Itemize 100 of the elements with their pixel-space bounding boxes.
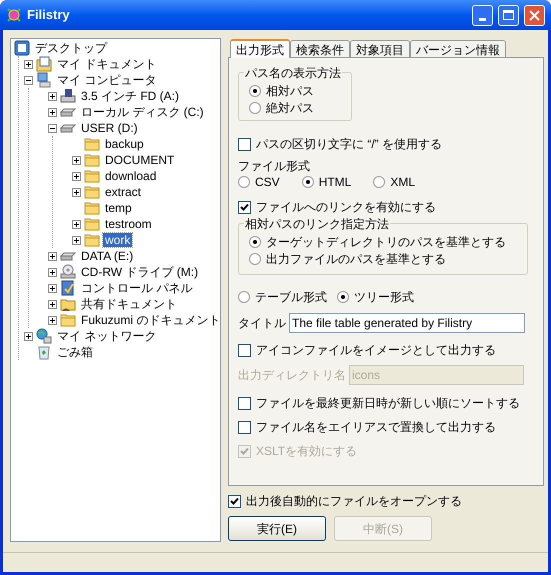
- folder-icon: [60, 312, 76, 328]
- checkbox-label: ファイル名をエイリアスで置換して出力する: [256, 419, 496, 436]
- expand-icon[interactable]: [48, 108, 57, 116]
- tab[interactable]: バージョン情報: [410, 40, 506, 57]
- expand-icon[interactable]: [48, 268, 57, 276]
- folder-icon: [84, 184, 100, 200]
- checkbox[interactable]: [238, 138, 251, 150]
- radio-label: 絶対パス: [266, 100, 314, 117]
- radio-label: 出力ファイルのパスを基準とする: [266, 251, 446, 268]
- tree-item[interactable]: マイ ドキュメント: [55, 57, 158, 71]
- desktop-icon: [14, 40, 30, 56]
- tab[interactable]: 出力形式: [230, 39, 290, 58]
- tree-item[interactable]: work: [103, 233, 132, 247]
- tree-item[interactable]: download: [103, 169, 158, 183]
- cd-drive-icon: [60, 264, 76, 280]
- tab[interactable]: 対象項目: [350, 40, 410, 57]
- folder-tree[interactable]: デスクトップ マイ ドキュメント マイ コンピュータ 3.5 インチ FD (A:) ローカル ディスク (C:) USER (D:) backup DOCUMENT download extract temp testroom work DATA (E:) CD-RW ドライブ (M:) コントロール パネル 共有ドキュメント Fukuzumi のドキュメント マイ ネットワーク ごみ箱: [10, 38, 221, 542]
- folder-icon: [84, 136, 100, 152]
- tree-item[interactable]: マイ コンピュータ: [55, 73, 158, 87]
- documents-icon: [36, 56, 52, 72]
- field-label: 出力ディレクトリ名: [238, 367, 346, 384]
- tree-item[interactable]: Fukuzumi のドキュメント: [79, 313, 220, 327]
- expand-icon[interactable]: [24, 60, 33, 68]
- radio-label: XML: [390, 174, 416, 191]
- close-icon: [529, 10, 540, 20]
- radio-label: HTML: [318, 174, 352, 191]
- control-panel-icon: [60, 280, 76, 296]
- checkbox[interactable]: [238, 396, 251, 410]
- radio-button[interactable]: [373, 176, 386, 188]
- floppy-drive-icon: [60, 88, 76, 104]
- radio-button[interactable]: [249, 102, 261, 114]
- radio-button[interactable]: [249, 253, 261, 265]
- app-icon: [6, 7, 22, 23]
- minimize-button[interactable]: [472, 4, 493, 26]
- radio-button[interactable]: [249, 236, 261, 248]
- expand-icon[interactable]: [72, 220, 81, 228]
- radio-button[interactable]: [238, 291, 250, 303]
- action-button[interactable]: 実行(E): [228, 516, 326, 541]
- folder-icon: [84, 232, 100, 248]
- folder-icon: [84, 200, 100, 216]
- radio-button[interactable]: [238, 176, 250, 188]
- expand-icon[interactable]: [72, 172, 81, 180]
- radio-button[interactable]: [249, 85, 261, 97]
- radio-button[interactable]: [337, 291, 349, 303]
- tree-item[interactable]: DOCUMENT: [103, 153, 176, 167]
- checkbox-label: ファイルへのリンクを有効にする: [256, 199, 436, 216]
- collapse-icon[interactable]: [24, 76, 33, 84]
- radio-label: ツリー形式: [354, 289, 414, 306]
- tree-item[interactable]: USER (D:): [79, 121, 140, 135]
- expand-icon[interactable]: [48, 252, 57, 260]
- computer-icon: [36, 72, 52, 88]
- tree-item[interactable]: コントロール パネル: [79, 281, 194, 295]
- tree-item[interactable]: ローカル ディスク (C:): [79, 105, 206, 119]
- tree-item[interactable]: ごみ箱: [55, 345, 95, 359]
- checkbox-label: パスの区切り文字に “/” を使用する: [256, 136, 442, 153]
- checkbox[interactable]: [238, 200, 251, 214]
- expand-icon[interactable]: [72, 188, 81, 196]
- group-title: 相対パスのリンク指定方法: [244, 216, 390, 232]
- collapse-icon[interactable]: [48, 124, 57, 132]
- checkbox[interactable]: [228, 494, 241, 508]
- network-icon: [36, 328, 52, 344]
- title-field[interactable]: The file table generated by Filistry: [289, 313, 525, 333]
- tree-item[interactable]: マイ ネットワーク: [55, 329, 158, 343]
- expand-icon[interactable]: [72, 236, 81, 244]
- tree-item[interactable]: DATA (E:): [79, 249, 136, 263]
- radio-label: テーブル形式: [255, 289, 327, 306]
- expand-icon[interactable]: [48, 92, 57, 100]
- window-title: Filistry: [27, 6, 71, 24]
- tree-item[interactable]: CD-RW ドライブ (M:): [79, 265, 200, 279]
- expand-icon[interactable]: [48, 284, 57, 292]
- tree-item[interactable]: temp: [103, 201, 134, 215]
- field-label: タイトル: [238, 315, 286, 332]
- tree-item[interactable]: デスクトップ: [33, 41, 109, 55]
- expand-icon[interactable]: [72, 156, 81, 164]
- checkbox-label: ファイルを最終更新日時が新しい順にソートする: [256, 395, 520, 412]
- expand-icon[interactable]: [48, 300, 57, 308]
- tree-item[interactable]: extract: [103, 185, 144, 199]
- tree-item[interactable]: 3.5 インチ FD (A:): [79, 89, 182, 103]
- checkbox-label: XSLTを有効にする: [256, 443, 358, 460]
- tree-item[interactable]: 共有ドキュメント: [79, 297, 179, 311]
- tree-item[interactable]: testroom: [103, 217, 154, 231]
- checkbox-label: 出力後自動的にファイルをオープンする: [246, 493, 462, 510]
- expand-icon[interactable]: [48, 316, 57, 324]
- section-label: ファイル形式: [238, 158, 311, 174]
- radio-button[interactable]: [302, 176, 314, 188]
- close-button[interactable]: [524, 4, 545, 26]
- maximize-button[interactable]: [498, 4, 519, 26]
- folder-icon: [84, 216, 100, 232]
- folder-icon: [84, 168, 100, 184]
- recycle-bin-icon: [36, 344, 52, 360]
- expand-icon[interactable]: [24, 332, 33, 340]
- radio-label: ターゲットディレクトリのパスを基準とする: [266, 234, 506, 251]
- tab[interactable]: 検索条件: [290, 40, 350, 57]
- radio-label: CSV: [255, 174, 280, 191]
- tree-item[interactable]: backup: [103, 137, 146, 151]
- checkbox-label: アイコンファイルをイメージとして出力する: [256, 342, 496, 359]
- radio-label: 相対パス: [266, 83, 314, 100]
- checkbox[interactable]: [238, 344, 251, 356]
- folder-icon: [84, 152, 100, 168]
- checkbox[interactable]: [238, 420, 251, 434]
